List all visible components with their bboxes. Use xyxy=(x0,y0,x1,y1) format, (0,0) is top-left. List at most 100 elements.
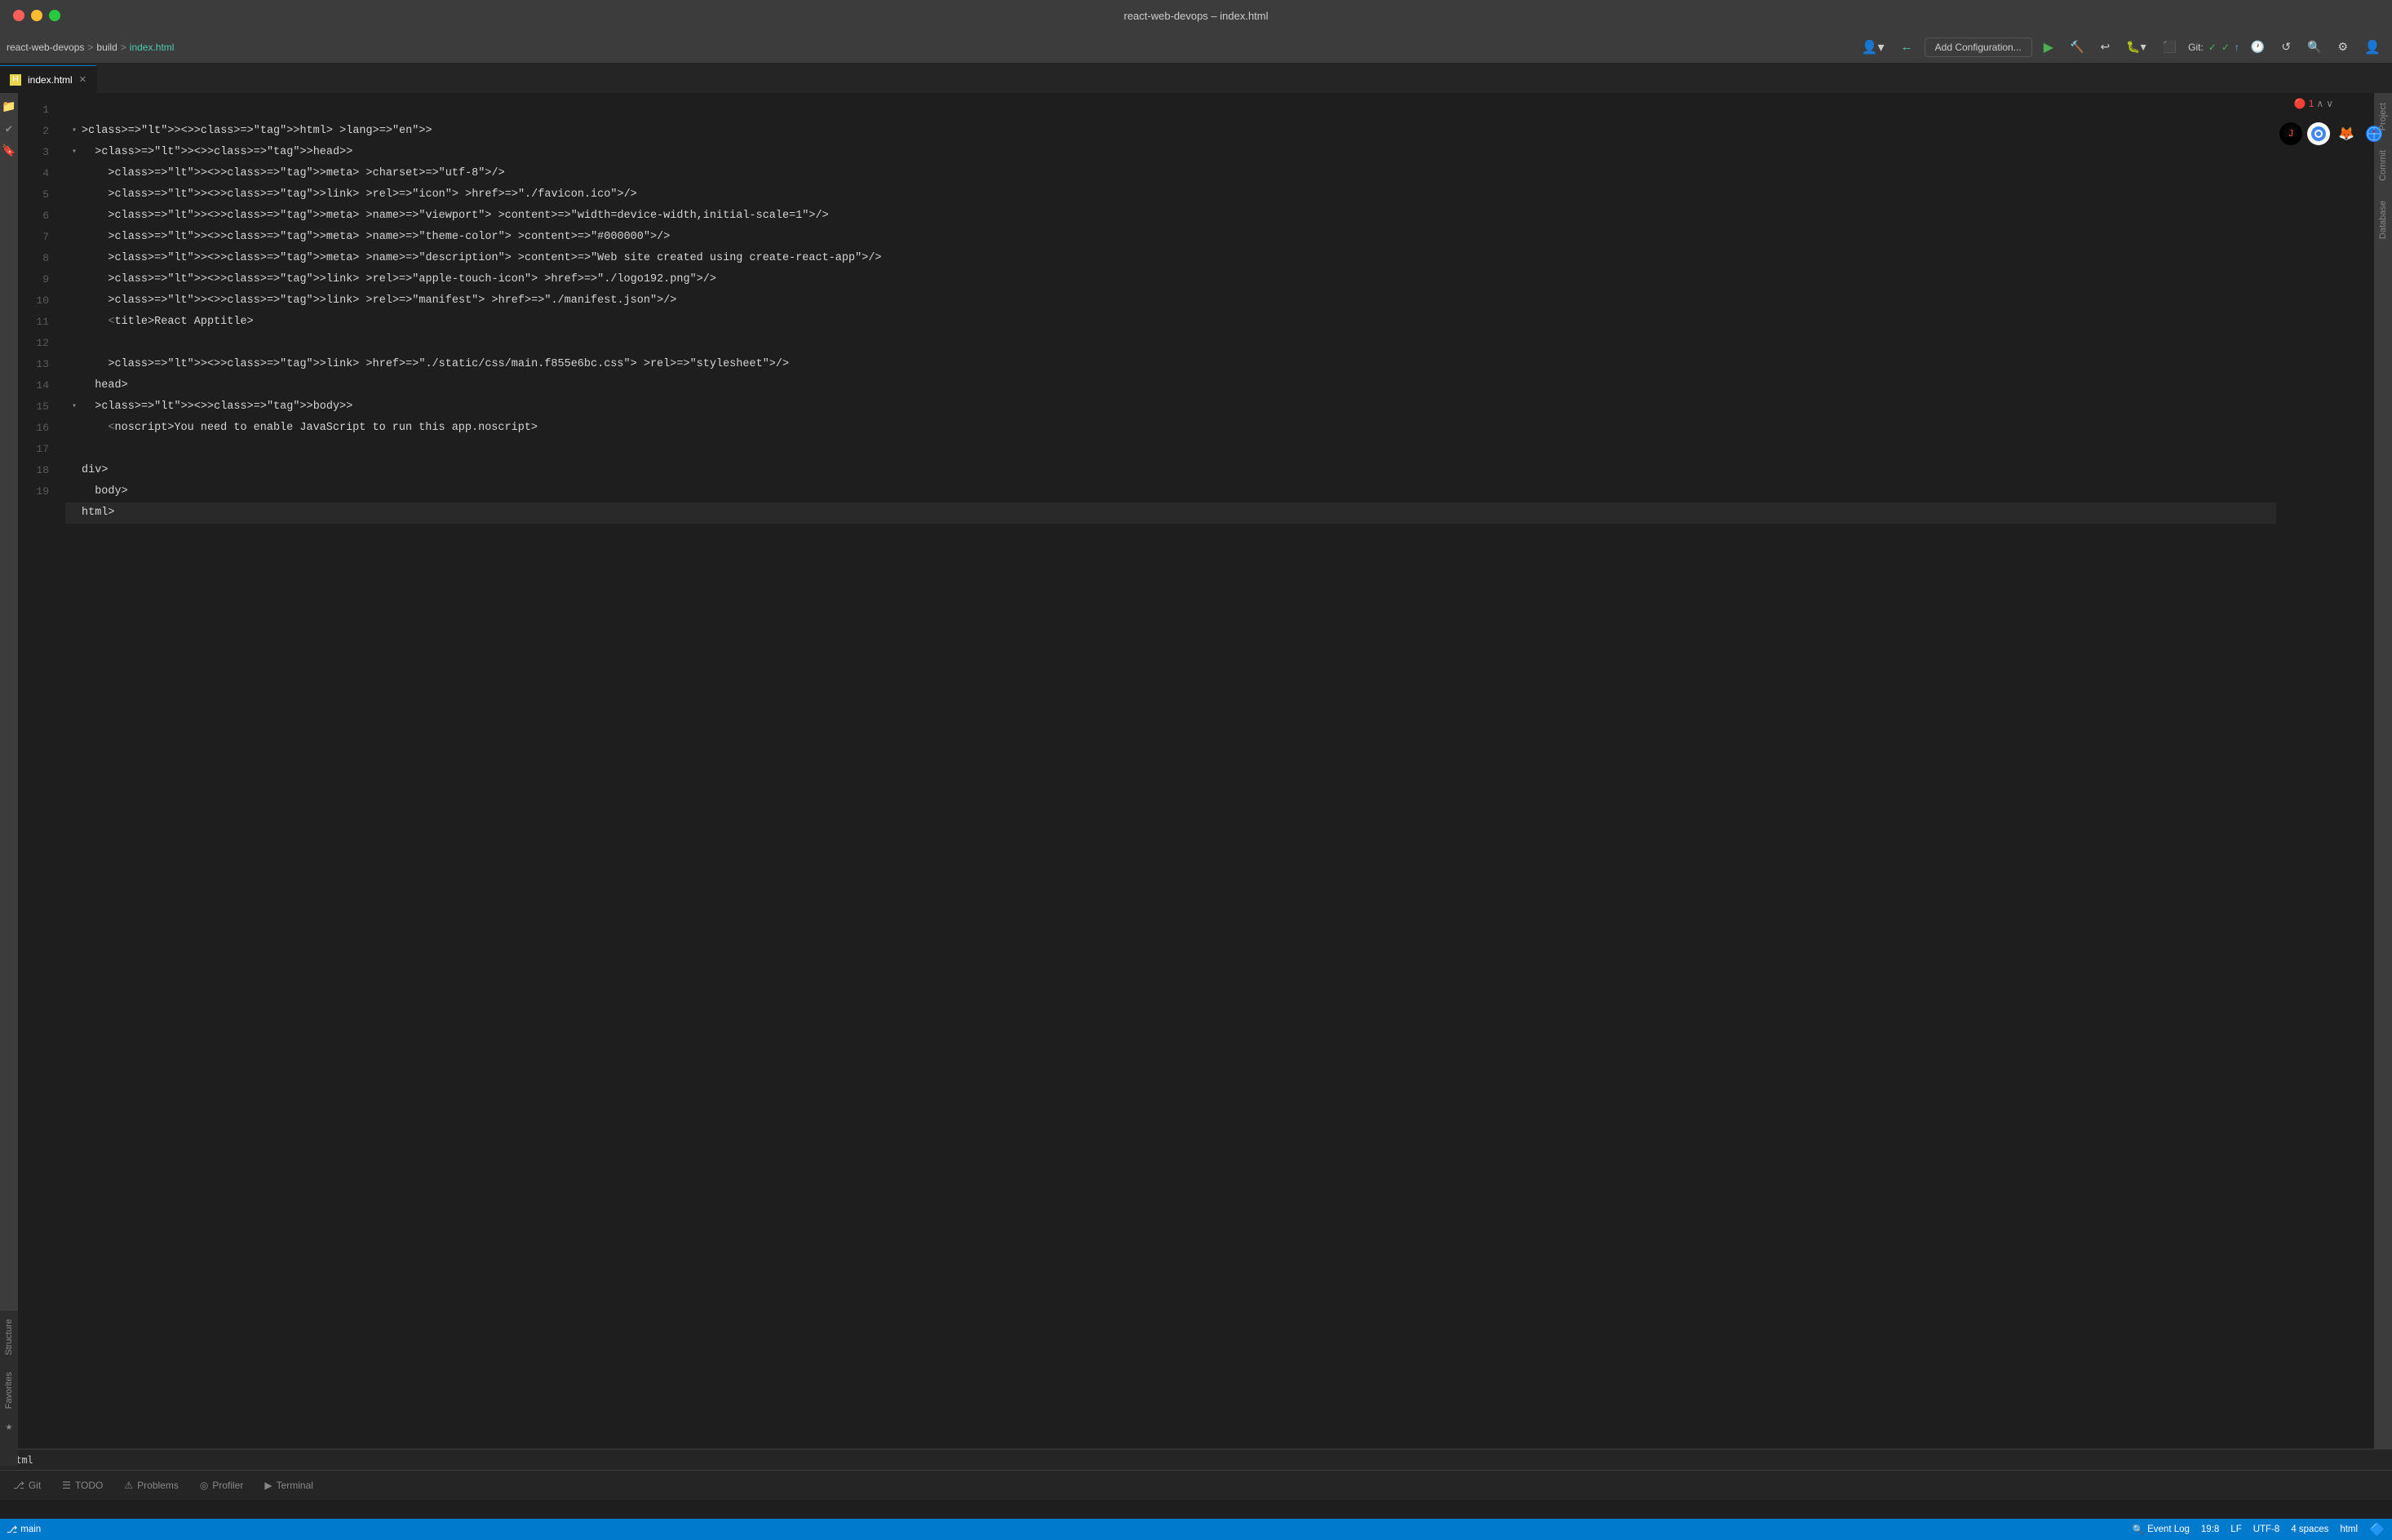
status-bar: ⎇ main 🔍 Event Log 19:8 LF UTF-8 4 space… xyxy=(0,1519,2392,1540)
status-indent[interactable]: 4 spaces xyxy=(2291,1525,2328,1534)
chrome-icon[interactable] xyxy=(2307,122,2330,145)
event-log-label: Event Log xyxy=(2147,1525,2190,1534)
rerun-btn[interactable]: ↩ xyxy=(2095,37,2115,57)
error-circle-icon: 🔴 xyxy=(2294,98,2306,109)
bottom-tab-problems[interactable]: ⚠ Problems xyxy=(114,1476,188,1494)
code-line-18: body> xyxy=(65,481,2276,502)
left-sidebar-icons: 📁 ✔ 🔖 xyxy=(0,93,18,1449)
code-text-15: >class>=>"lt">><>>class>=>"tag">>body>> xyxy=(82,396,352,418)
stop-btn[interactable]: ⬛ xyxy=(2158,37,2182,57)
toolbar-actions: 👤▾ ← Add Configuration... ▶ 🔨 ↩ 🐛▾ ⬛ Git… xyxy=(1857,36,2385,59)
bottom-panel: ⎇Git☰TODO ⚠ Problems ◎ Profiler ▶ Terminal xyxy=(0,1470,2392,1519)
status-encoding[interactable]: UTF-8 xyxy=(2253,1525,2280,1534)
breadcrumb-sep1: > xyxy=(87,42,93,53)
code-line-2: ▾>class>=>"lt">><>>class>=>"tag">>html> … xyxy=(65,121,2276,142)
git-check-icon: ✓ xyxy=(2208,42,2217,53)
terminal-tab-icon: ▶ xyxy=(264,1480,272,1491)
run-btn[interactable]: ▶ xyxy=(2039,36,2058,59)
profiler-tab-label: Profiler xyxy=(212,1480,243,1491)
git-green-check: ✓ xyxy=(2221,42,2230,53)
add-config-button[interactable]: Add Configuration... xyxy=(1925,38,2032,57)
build-btn[interactable]: 🔨 xyxy=(2065,37,2089,57)
breadcrumb-folder[interactable]: build xyxy=(96,42,117,53)
tab-index-html[interactable]: H index.html ✕ xyxy=(0,65,97,93)
bottom-tab-profiler[interactable]: ◎ Profiler xyxy=(190,1476,254,1494)
favorites-star-icon[interactable]: ★ xyxy=(6,1420,12,1434)
settings-btn[interactable]: ⚙ xyxy=(2333,37,2354,57)
firefox-icon[interactable]: 🦊 xyxy=(2335,122,2358,145)
right-label-database[interactable]: Database xyxy=(2375,191,2391,249)
right-panel-labels: Project Commit Database xyxy=(2374,93,2392,1449)
code-text-9: >class>=>"lt">><>>class>=>"tag">>link> >… xyxy=(82,269,716,290)
undo-btn[interactable]: ↺ xyxy=(2276,37,2296,57)
debug-btn[interactable]: 🐛▾ xyxy=(2121,37,2151,57)
status-event-log[interactable]: 🔍 Event Log xyxy=(2133,1524,2190,1535)
tabs-bar: H index.html ✕ xyxy=(0,64,2392,93)
code-line-10: >class>=>"lt">><>>class>=>"tag">>link> >… xyxy=(65,290,2276,312)
code-line-16: <noscript>You need to enable JavaScript … xyxy=(65,418,2276,439)
favorites-label[interactable]: Favorites xyxy=(2,1364,16,1417)
error-indicator: 🔴 1 ∧ ∨ xyxy=(2294,98,2333,109)
main-content: 📁 ✔ 🔖 12345678910111213141516171819 ▾>cl… xyxy=(0,93,2392,1449)
jetbrains-logo: 🔷 xyxy=(2369,1521,2385,1538)
user-btn[interactable]: 👤 xyxy=(2359,36,2385,59)
maximize-button[interactable] xyxy=(49,10,60,21)
bottom-tab-git[interactable]: ⎇Git xyxy=(3,1476,51,1494)
breadcrumb-file[interactable]: index.html xyxy=(130,42,175,53)
terminal-tab-label: Terminal xyxy=(277,1480,313,1491)
window-title: react-web-devops – index.html xyxy=(1123,10,1268,22)
tab-close-icon[interactable]: ✕ xyxy=(79,74,86,85)
status-branch[interactable]: ⎇ main xyxy=(7,1524,41,1535)
code-line-19: html> xyxy=(65,502,2276,524)
browser-icons: J 🦊 xyxy=(2279,122,2385,145)
breadcrumb-project[interactable]: react-web-devops xyxy=(7,42,84,53)
clock-btn[interactable]: 🕐 xyxy=(2246,37,2270,57)
code-text-12: <span class="lt"></</span><span class="t… xyxy=(82,333,108,354)
project-icon[interactable]: 📁 xyxy=(0,98,19,117)
code-line-4: >class>=>"lt">><>>class>=>"tag">>meta> >… xyxy=(65,163,2276,184)
code-line-14: head> xyxy=(65,375,2276,396)
code-line-1 xyxy=(65,100,2276,121)
fold-btn-15[interactable]: ▾ xyxy=(69,401,80,413)
file-info-bar: html xyxy=(0,1449,2392,1470)
status-language[interactable]: html xyxy=(2340,1525,2358,1534)
code-line-11: <title>React Apptitle> xyxy=(65,312,2276,333)
fold-btn-2[interactable]: ▾ xyxy=(69,126,80,137)
code-text-16: <noscript>You need to enable JavaScript … xyxy=(82,418,538,439)
profiler-tab-icon: ◎ xyxy=(200,1480,208,1491)
back-btn[interactable]: ← xyxy=(1896,37,1918,57)
left-vert-labels: Structure Favorites ★ xyxy=(0,1311,18,1467)
profile-btn[interactable]: 👤▾ xyxy=(1857,36,1889,59)
status-line-col[interactable]: 19:8 xyxy=(2201,1525,2219,1534)
search-btn[interactable]: 🔍 xyxy=(2302,37,2326,57)
problems-tab-label: Problems xyxy=(137,1480,179,1491)
minimize-button[interactable] xyxy=(31,10,42,21)
problems-tab-icon: ⚠ xyxy=(124,1480,133,1491)
fold-btn-3[interactable]: ▾ xyxy=(69,147,80,158)
status-bar-right: 🔍 Event Log 19:8 LF UTF-8 4 spaces html … xyxy=(2133,1521,2385,1538)
code-text-11: <title>React Apptitle> xyxy=(82,312,254,333)
breadcrumb: react-web-devops > build > index.html xyxy=(7,42,174,53)
close-button[interactable] xyxy=(13,10,24,21)
error-count: 1 xyxy=(2309,98,2314,109)
status-line-ending[interactable]: LF xyxy=(2230,1525,2241,1534)
editor-area: 12345678910111213141516171819 ▾>class>=>… xyxy=(18,93,2276,1449)
event-log-icon: 🔍 xyxy=(2133,1524,2144,1535)
right-label-project[interactable]: Project xyxy=(2375,93,2391,140)
code-line-17: div> xyxy=(65,439,2276,481)
bookmark-icon[interactable]: 🔖 xyxy=(0,142,19,161)
code-line-5: >class>=>"lt">><>>class>=>"tag">>link> >… xyxy=(65,184,2276,206)
bottom-tab-todo[interactable]: ☰TODO xyxy=(52,1476,113,1494)
error-up-arrow: ∧ xyxy=(2316,98,2323,109)
structure-label[interactable]: Structure xyxy=(2,1311,16,1364)
git-tab-label: Git xyxy=(29,1480,41,1491)
jetbrains-icon[interactable]: J xyxy=(2279,122,2302,145)
code-text-6: >class>=>"lt">><>>class>=>"tag">>meta> >… xyxy=(82,206,829,227)
right-label-commit[interactable]: Commit xyxy=(2375,140,2391,191)
commit-icon[interactable]: ✔ xyxy=(3,120,15,139)
code-editor[interactable]: ▾>class>=>"lt">><>>class>=>"tag">>html> … xyxy=(59,93,2276,1449)
bottom-tab-terminal[interactable]: ▶ Terminal xyxy=(255,1476,323,1494)
code-text-10: >class>=>"lt">><>>class>=>"tag">>link> >… xyxy=(82,290,676,312)
window-controls xyxy=(13,10,60,21)
code-line-6: >class>=>"lt">><>>class>=>"tag">>meta> >… xyxy=(65,206,2276,227)
